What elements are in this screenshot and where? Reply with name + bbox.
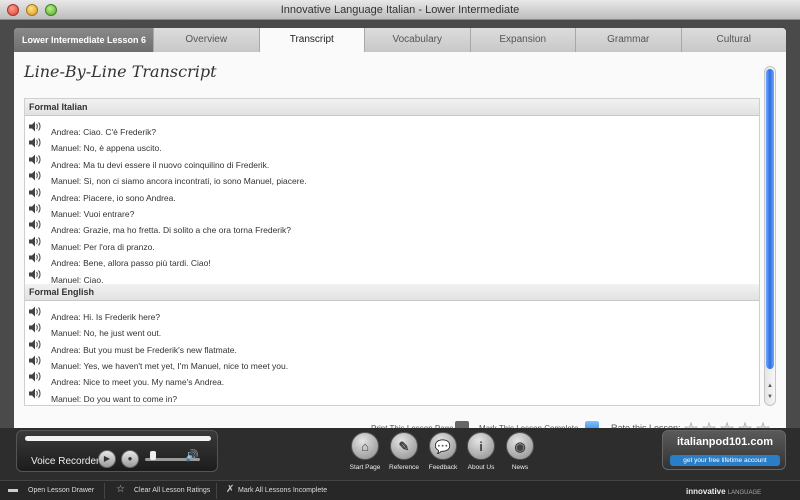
- speaker-icon[interactable]: [29, 306, 41, 317]
- tab-grammar[interactable]: Grammar: [575, 28, 681, 52]
- brand-site-name[interactable]: italianpod101.com: [663, 436, 787, 448]
- open-lesson-drawer-link[interactable]: Open Lesson Drawer: [28, 487, 94, 494]
- transcript-line: Andrea: Ma tu devi essere il nuovo coinq…: [25, 153, 759, 170]
- speaker-icon[interactable]: [29, 322, 41, 333]
- transcript-line: Manuel: No, he just went out.: [25, 321, 759, 338]
- speaker-icon[interactable]: [29, 355, 41, 366]
- speech-bubble-icon: 💬: [429, 432, 457, 460]
- speaker-icon[interactable]: [29, 121, 41, 132]
- mark-incomplete-link[interactable]: Mark All Lessons Incomplete: [238, 487, 327, 494]
- news-label: News: [511, 464, 529, 471]
- speaker-icon[interactable]: [29, 219, 41, 230]
- speaker-icon[interactable]: [29, 137, 41, 148]
- page-title: Line-By-Line Transcript: [24, 62, 217, 81]
- tab-bar: Lower Intermediate Lesson 6 Overview Tra…: [14, 28, 786, 52]
- italian-section-header: Formal Italian: [25, 99, 759, 116]
- x-icon[interactable]: ✗: [226, 484, 234, 495]
- window-minimize-button[interactable]: [26, 4, 38, 16]
- transcript-line: Manuel: Sì, non ci siamo ancora incontra…: [25, 169, 759, 186]
- transcript-line: Andrea: Ciao. C'è Frederik?: [25, 120, 759, 137]
- transcript-line: Manuel: Yes, we haven't met yet, I'm Man…: [25, 354, 759, 371]
- italian-lines: Andrea: Ciao. C'è Frederik? Manuel: No, è…: [25, 116, 759, 285]
- logo-brand-text: innovative: [686, 487, 726, 496]
- transcript-line: Manuel: Ciao.: [25, 268, 759, 285]
- drawer-icon[interactable]: ▬: [8, 484, 18, 495]
- volume-slider-knob[interactable]: [150, 451, 156, 460]
- info-icon: i: [467, 432, 495, 460]
- transcript-line: Andrea: Bene, allora passo più tardi. Ci…: [25, 251, 759, 268]
- english-lines: Andrea: Hi. Is Frederik here? Manuel: No,…: [25, 301, 759, 404]
- window-zoom-button[interactable]: [45, 4, 57, 16]
- tab-vocabulary[interactable]: Vocabulary: [364, 28, 470, 52]
- rss-icon: ◉: [506, 432, 534, 460]
- english-section-header: Formal English: [25, 283, 759, 301]
- vertical-scrollbar[interactable]: ▲ ▼: [764, 66, 776, 406]
- play-icon[interactable]: ▶: [98, 450, 116, 468]
- status-divider: [104, 483, 105, 499]
- clear-ratings-link[interactable]: Clear All Lesson Ratings: [134, 487, 210, 494]
- transcript-line: Manuel: Per l'ora di pranzo.: [25, 235, 759, 252]
- speaker-icon[interactable]: [29, 339, 41, 350]
- app-frame: Lower Intermediate Lesson 6 Overview Tra…: [0, 20, 800, 444]
- innovative-language-logo: innovative LANGUAGE: [686, 487, 761, 496]
- scrollbar-thumb[interactable]: [766, 69, 774, 369]
- transcript-line: Manuel: No, è appena uscito.: [25, 136, 759, 153]
- voice-recorder-label: Voice Recorder: [31, 456, 100, 467]
- transcript-line: Andrea: Grazie, ma ho fretta. Di solito …: [25, 218, 759, 235]
- tab-cultural[interactable]: Cultural: [680, 28, 786, 52]
- logo-suffix-text: LANGUAGE: [727, 490, 762, 496]
- speaker-icon[interactable]: [29, 236, 41, 247]
- news-button[interactable]: ◉ News: [505, 432, 535, 471]
- speaker-icon[interactable]: [29, 252, 41, 263]
- about-us-button[interactable]: i About Us: [466, 432, 496, 471]
- brand-promo: italianpod101.com get your free lifetime…: [662, 430, 786, 470]
- speaker-icon[interactable]: [29, 154, 41, 165]
- feedback-button[interactable]: 💬 Feedback: [428, 432, 458, 471]
- transcript-line-text: Manuel: Ciao.: [51, 274, 104, 285]
- tab-transcript[interactable]: Transcript: [258, 28, 364, 52]
- home-icon: ⌂: [351, 432, 379, 460]
- status-divider: [216, 483, 217, 499]
- star-outline-icon[interactable]: ☆: [116, 484, 125, 495]
- free-account-button[interactable]: get your free lifetime account: [670, 455, 780, 466]
- transcript-scroll-area[interactable]: Formal Italian Andrea: Ciao. C'è Frederi…: [24, 98, 760, 406]
- record-icon[interactable]: ●: [121, 450, 139, 468]
- transcript-line: Andrea: Piacere, io sono Andrea.: [25, 186, 759, 203]
- title-bar: Innovative Language Italian - Lower Inte…: [0, 0, 800, 20]
- scroll-up-arrow-icon[interactable]: ▲: [767, 383, 773, 389]
- scroll-down-arrow-icon[interactable]: ▼: [767, 394, 773, 400]
- bottom-controls: Voice Recorder ▶ ● 🔊 ⌂ Start Page ✎ Refe…: [0, 428, 800, 480]
- speaker-icon[interactable]: [29, 269, 41, 280]
- pen-icon: ✎: [390, 432, 418, 460]
- window-title: Innovative Language Italian - Lower Inte…: [280, 4, 520, 16]
- window-close-button[interactable]: [7, 4, 19, 16]
- transcript-line: Andrea: But you must be Frederik's new f…: [25, 338, 759, 355]
- transcript-line: Andrea: Hi. Is Frederik here?: [25, 305, 759, 322]
- transcript-line: Manuel: Do you want to come in?: [25, 387, 759, 404]
- lesson-panel: Lower Intermediate Lesson 6 Overview Tra…: [14, 28, 786, 444]
- reference-button[interactable]: ✎ Reference: [389, 432, 419, 471]
- transcript-line: Manuel: Vuoi entrare?: [25, 202, 759, 219]
- start-page-button[interactable]: ⌂ Start Page: [350, 432, 380, 471]
- speaker-icon[interactable]: [29, 371, 41, 382]
- speaker-icon[interactable]: [29, 170, 41, 181]
- tab-overview[interactable]: Overview: [153, 28, 259, 52]
- transcript-line: Andrea: Nice to meet you. My name's Andr…: [25, 370, 759, 387]
- recorder-progress-bar[interactable]: [25, 436, 211, 441]
- speaker-icon[interactable]: [29, 187, 41, 198]
- volume-icon: 🔊: [185, 450, 199, 462]
- status-bar: ▬ Open Lesson Drawer ☆ Clear All Lesson …: [0, 480, 800, 500]
- lesson-name-tab[interactable]: Lower Intermediate Lesson 6: [14, 28, 153, 52]
- tab-expansion[interactable]: Expansion: [469, 28, 575, 52]
- transcript-line-text: Manuel: Do you want to come in?: [51, 393, 178, 404]
- speaker-icon[interactable]: [29, 388, 41, 399]
- speaker-icon[interactable]: [29, 203, 41, 214]
